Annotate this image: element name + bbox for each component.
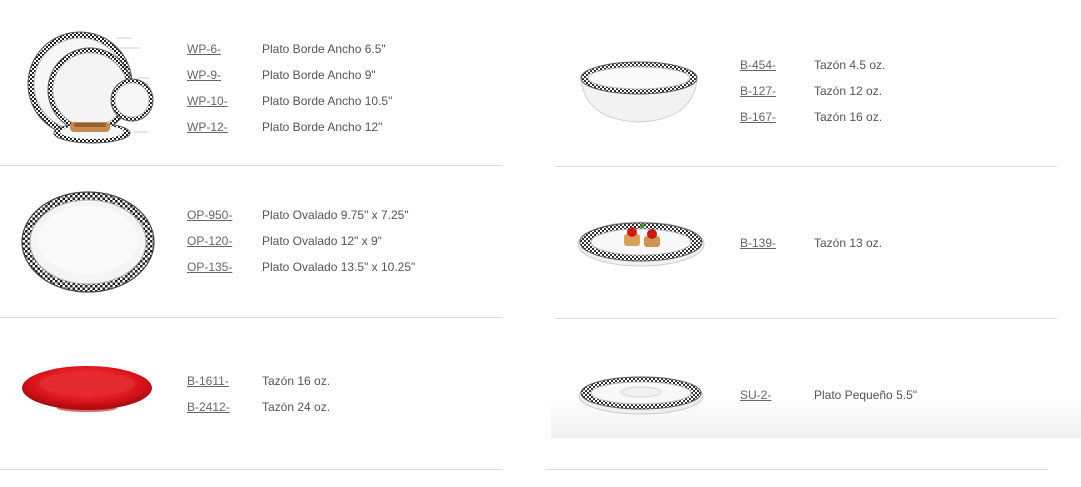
section-divider bbox=[546, 469, 1048, 470]
product-description: Tazón 16 oz. bbox=[262, 374, 331, 388]
product-description: Tazón 13 oz. bbox=[814, 236, 883, 250]
product-description: Plato Ovalado 13.5" x 10.25" bbox=[262, 260, 416, 274]
product-description: Plato Borde Ancho 9" bbox=[262, 68, 376, 82]
product-description: Plato Borde Ancho 12" bbox=[262, 120, 383, 134]
product-code-link[interactable]: B-167- bbox=[740, 108, 776, 126]
product-code-link[interactable]: OP-950- bbox=[187, 206, 232, 224]
product-code-link[interactable]: WP-9- bbox=[187, 66, 221, 84]
product-description: Tazón 4.5 oz. bbox=[814, 58, 886, 72]
product-description: Plato Ovalado 9.75" x 7.25" bbox=[262, 208, 409, 222]
red-bowl-image bbox=[22, 366, 152, 412]
product-code-link[interactable]: OP-135- bbox=[187, 258, 232, 276]
product-description: Plato Borde Ancho 6.5" bbox=[262, 42, 386, 56]
product-code-link[interactable]: WP-6- bbox=[187, 40, 221, 58]
product-description: Plato Pequeño 5.5" bbox=[814, 388, 918, 402]
product-code-link[interactable]: SU-2- bbox=[740, 386, 771, 404]
product-description: Tazón 12 oz. bbox=[814, 84, 883, 98]
pasta-bowl-image bbox=[577, 221, 705, 267]
product-code-link[interactable]: B-2412- bbox=[187, 398, 230, 416]
checkered-bowl-image bbox=[580, 61, 698, 123]
saucer-image bbox=[578, 376, 704, 415]
product-code-link[interactable]: B-454- bbox=[740, 56, 776, 74]
product-code-link[interactable]: WP-12- bbox=[187, 118, 228, 136]
product-code-link[interactable]: B-127- bbox=[740, 82, 776, 100]
product-code-link[interactable]: OP-120- bbox=[187, 232, 232, 250]
section-divider bbox=[555, 166, 1057, 167]
oval-platter-image bbox=[21, 191, 155, 293]
section-divider bbox=[0, 469, 502, 470]
product-code-link[interactable]: WP-10- bbox=[187, 92, 228, 110]
product-description: Plato Ovalado 12" x 9" bbox=[262, 234, 382, 248]
section-divider bbox=[0, 317, 502, 318]
section-divider bbox=[0, 165, 502, 166]
product-code-link[interactable]: B-1611- bbox=[187, 372, 229, 390]
product-description: Tazón 24 oz. bbox=[262, 400, 331, 414]
product-code-link[interactable]: B-139- bbox=[740, 234, 776, 252]
section-divider bbox=[555, 318, 1057, 319]
product-description: Plato Borde Ancho 10.5" bbox=[262, 94, 393, 108]
product-description: Tazón 16 oz. bbox=[814, 110, 883, 124]
wide-rim-plates-image bbox=[27, 31, 154, 144]
